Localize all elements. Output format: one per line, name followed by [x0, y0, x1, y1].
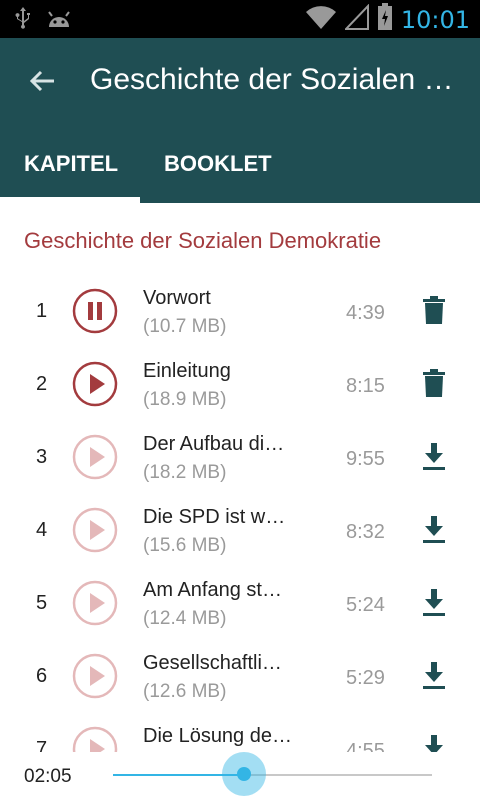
chapter-list[interactable]: 1 Vorwort (10.7 MB) 4:39 2 Einleitung (1…	[0, 268, 480, 752]
arrow-back-icon	[29, 70, 54, 92]
chapter-row[interactable]: 6 Gesellschaftli… (12.6 MB) 5:29	[0, 633, 480, 706]
seek-bar[interactable]	[113, 752, 432, 796]
battery-charging-icon	[377, 3, 393, 36]
play-icon[interactable]	[72, 361, 118, 407]
back-button[interactable]	[24, 66, 60, 96]
download-icon[interactable]	[421, 514, 447, 544]
wifi-icon	[305, 4, 337, 35]
chapter-number: 3	[36, 446, 48, 468]
chapter-title: Der Aufbau di…	[143, 433, 285, 455]
chapter-number: 7	[36, 738, 48, 752]
chapter-size: (12.4 MB)	[143, 608, 227, 629]
chapter-duration: 5:24	[346, 594, 385, 616]
delete-icon[interactable]	[421, 368, 447, 398]
tab-indicator	[0, 197, 140, 203]
tab-kapitel[interactable]: KAPITEL	[24, 151, 118, 177]
play-icon[interactable]	[72, 434, 118, 480]
play-icon[interactable]	[72, 507, 118, 553]
chapter-duration: 4:39	[346, 302, 385, 324]
pause-icon[interactable]	[72, 288, 118, 334]
chapter-row[interactable]: 4 Die SPD ist w… (15.6 MB) 8:32	[0, 487, 480, 560]
seek-thumb[interactable]	[236, 767, 251, 781]
chapter-row[interactable]: 7 Die Lösung de… 4:55	[0, 706, 480, 752]
chapter-number: 6	[36, 665, 48, 687]
chapter-number: 5	[36, 592, 48, 614]
android-icon	[46, 7, 72, 34]
app-bar: Geschichte der Sozialen Demokratie KAPIT…	[0, 38, 480, 203]
elapsed-time: 02:05	[24, 766, 72, 787]
chapter-duration: 8:32	[346, 521, 385, 543]
play-icon[interactable]	[72, 726, 118, 752]
chapter-size: (15.6 MB)	[143, 535, 227, 556]
chapter-duration: 4:55	[346, 740, 385, 752]
chapter-duration: 9:55	[346, 448, 385, 470]
chapter-number: 2	[36, 373, 48, 395]
section-title: Geschichte der Sozialen Demokratie	[24, 228, 382, 253]
chapter-row[interactable]: 3 Der Aufbau di… (18.2 MB) 9:55	[0, 414, 480, 487]
chapter-row[interactable]: 1 Vorwort (10.7 MB) 4:39	[0, 268, 480, 341]
chapter-title: Die SPD ist w…	[143, 506, 286, 528]
delete-icon[interactable]	[421, 295, 447, 325]
chapter-number: 4	[36, 519, 48, 541]
chapter-title: Gesellschaftli…	[143, 652, 282, 674]
chapter-title: Vorwort	[143, 287, 211, 309]
chapter-duration: 5:29	[346, 667, 385, 689]
play-icon[interactable]	[72, 580, 118, 626]
usb-icon	[14, 6, 32, 35]
page-title: Geschichte der Sozialen Demokratie	[90, 63, 470, 96]
status-bar: 10:01	[0, 0, 480, 38]
chapter-size: (10.7 MB)	[143, 316, 227, 337]
player-bar: 02:05	[0, 752, 480, 800]
chapter-row[interactable]: 2 Einleitung (18.9 MB) 8:15	[0, 341, 480, 414]
tab-booklet[interactable]: BOOKLET	[164, 151, 272, 177]
play-icon[interactable]	[72, 653, 118, 699]
chapter-row[interactable]: 5 Am Anfang st… (12.4 MB) 5:24	[0, 560, 480, 633]
download-icon[interactable]	[421, 660, 447, 690]
chapter-number: 1	[36, 300, 48, 322]
chapter-title: Die Lösung de…	[143, 725, 292, 747]
download-icon[interactable]	[421, 733, 447, 752]
signal-icon	[343, 3, 369, 35]
chapter-size: (18.9 MB)	[143, 389, 227, 410]
chapter-size: (18.2 MB)	[143, 462, 227, 483]
download-icon[interactable]	[421, 587, 447, 617]
chapter-title: Einleitung	[143, 360, 231, 382]
chapter-size: (12.6 MB)	[143, 681, 227, 702]
download-icon[interactable]	[421, 441, 447, 471]
chapter-duration: 8:15	[346, 375, 385, 397]
clock: 10:01	[400, 5, 470, 34]
chapter-title: Am Anfang st…	[143, 579, 282, 601]
